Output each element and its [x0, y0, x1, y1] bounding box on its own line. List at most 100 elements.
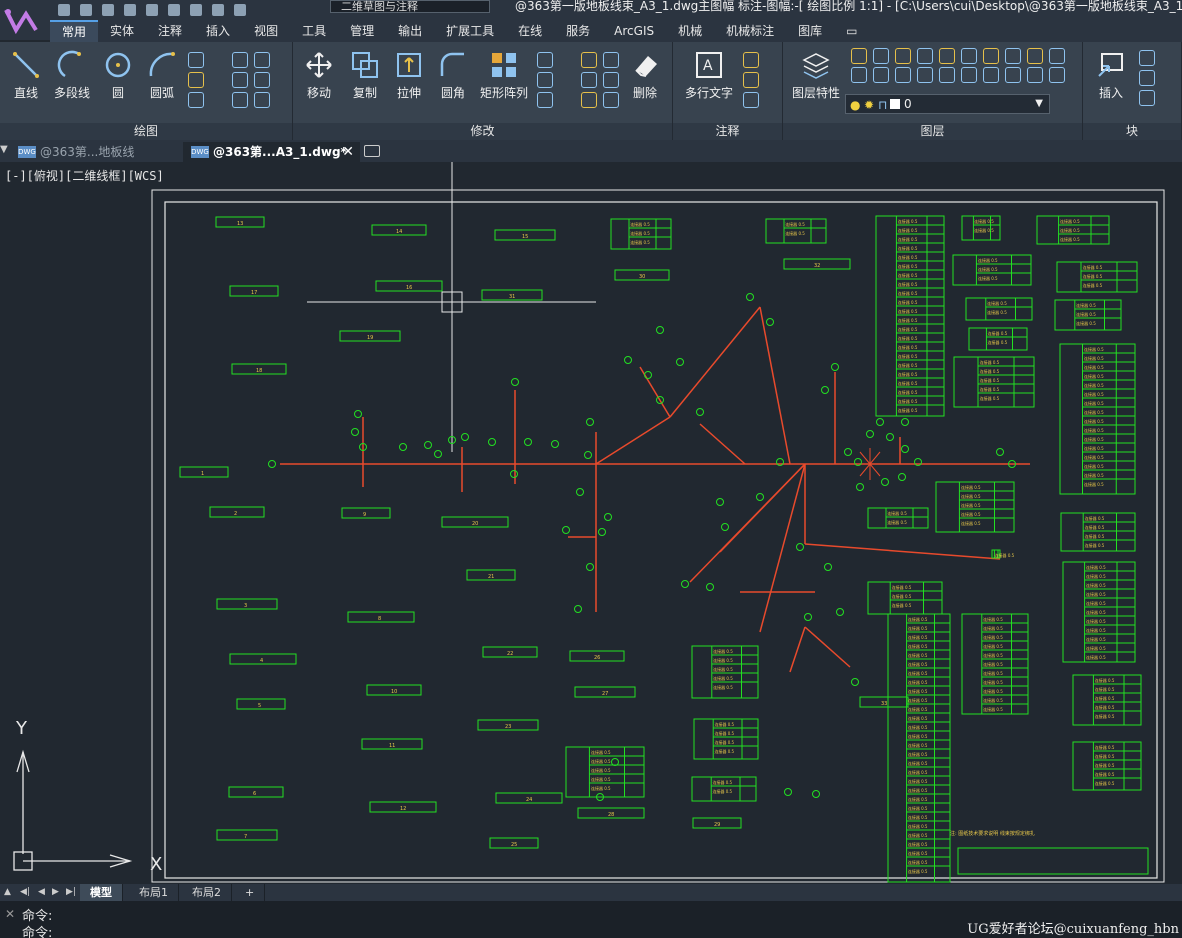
- plot-icon[interactable]: [146, 4, 158, 16]
- callout-circle[interactable]: [586, 418, 594, 426]
- ribbon-tab-8[interactable]: 扩展工具: [434, 20, 506, 42]
- callout-circle[interactable]: [574, 605, 582, 613]
- ribbon-tab-3[interactable]: 插入: [194, 20, 242, 42]
- viewport-controls[interactable]: [-][俯视][二维线框][WCS]: [5, 167, 164, 184]
- layer-merge-icon[interactable]: [873, 67, 889, 83]
- command-line[interactable]: ✕ 命令: 命令: UG爱好者论坛@cuixuanfeng_hbn: [0, 901, 1182, 938]
- dropdown-icon[interactable]: [210, 52, 226, 68]
- callout-circle[interactable]: [656, 326, 664, 334]
- callout-circle[interactable]: [524, 438, 532, 446]
- ribbon-tab-11[interactable]: ArcGIS: [602, 20, 666, 42]
- ribbon-tab-7[interactable]: 输出: [386, 20, 434, 42]
- new-drawing-tab-button[interactable]: [364, 145, 380, 157]
- break-icon[interactable]: [603, 52, 619, 68]
- callout-circle[interactable]: [824, 563, 832, 571]
- callout-circle[interactable]: [584, 451, 592, 459]
- mtext-tool-button[interactable]: A 多行文字: [681, 50, 737, 101]
- callout-circle[interactable]: [996, 448, 1004, 456]
- layer-match-icon[interactable]: [939, 48, 955, 64]
- ribbon-tab-0[interactable]: 常用: [50, 20, 99, 42]
- ribbon-tab-2[interactable]: 注释: [146, 20, 194, 42]
- add-layout-tab[interactable]: +: [235, 884, 266, 901]
- ribbon-tab-9[interactable]: 在线: [506, 20, 554, 42]
- dropdown-icon[interactable]: [765, 52, 781, 68]
- table-icon[interactable]: [743, 92, 759, 108]
- callout-circle[interactable]: [821, 386, 829, 394]
- donut-icon[interactable]: [232, 92, 248, 108]
- prev-first-icon[interactable]: ◀|: [20, 887, 30, 897]
- region-icon[interactable]: [254, 72, 270, 88]
- ribbon-tab-10[interactable]: 服务: [554, 20, 602, 42]
- join-icon[interactable]: [603, 72, 619, 88]
- layer-walk-icon[interactable]: [851, 67, 867, 83]
- layer-off-icon[interactable]: [851, 48, 867, 64]
- dropdown-icon[interactable]: [559, 92, 575, 108]
- callout-circle[interactable]: [746, 293, 754, 301]
- explode-icon[interactable]: [581, 92, 597, 108]
- callout-circle[interactable]: [901, 445, 909, 453]
- ribbon-tab-5[interactable]: 工具: [290, 20, 338, 42]
- dropdown-icon[interactable]: [559, 72, 575, 88]
- new-file-icon[interactable]: [58, 4, 70, 16]
- callout-circle[interactable]: [856, 483, 864, 491]
- layer-unisolate-icon[interactable]: [961, 48, 977, 64]
- command-prompt[interactable]: 命令:: [22, 922, 52, 938]
- revcloud-icon[interactable]: [232, 72, 248, 88]
- callout-circle[interactable]: [866, 430, 874, 438]
- callout-circle[interactable]: [399, 443, 407, 451]
- dropdown-icon[interactable]: [210, 92, 226, 108]
- dropdown-icon[interactable]: [765, 72, 781, 88]
- chamfer-icon[interactable]: [603, 92, 619, 108]
- save-as-icon[interactable]: [124, 4, 136, 16]
- line-tool-button[interactable]: 直线: [4, 50, 48, 101]
- layer-copy-icon[interactable]: [917, 67, 933, 83]
- callout-circle[interactable]: [836, 608, 844, 616]
- ribbon-tab-4[interactable]: 视图: [242, 20, 290, 42]
- rotate-icon[interactable]: [581, 72, 597, 88]
- callout-circle[interactable]: [424, 441, 432, 449]
- callout-circle[interactable]: [796, 543, 804, 551]
- callout-circle[interactable]: [586, 563, 594, 571]
- callout-circle[interactable]: [901, 418, 909, 426]
- callout-circle[interactable]: [844, 448, 852, 456]
- model-layout-tab[interactable]: 模型: [80, 884, 123, 901]
- ribbon-tab-6[interactable]: 管理: [338, 20, 386, 42]
- scale-icon[interactable]: [581, 52, 597, 68]
- mirror-icon[interactable]: [537, 72, 553, 88]
- layer-freeze-icon[interactable]: [895, 48, 911, 64]
- callout-circle[interactable]: [716, 498, 724, 506]
- tab-list-icon[interactable]: ▼: [0, 144, 8, 155]
- spline-icon[interactable]: [232, 52, 248, 68]
- current-layer-dropdown[interactable]: 0 ▼ ● ✹ ⊓: [845, 94, 1050, 114]
- layer-isolate-icon[interactable]: [873, 48, 889, 64]
- annotate-panel-title[interactable]: 注释: [673, 123, 782, 140]
- layer-delete-icon[interactable]: [895, 67, 911, 83]
- drawing-canvas[interactable]: 1 2 3 4 5 6 7 8 9 10 11 12 13 14 15 16 17 18 19 20 21 22 23 24 2…: [0, 162, 1182, 884]
- ribbon-tab-14[interactable]: 图库: [786, 20, 834, 42]
- callout-circle[interactable]: [434, 450, 442, 458]
- layer-lock-icon[interactable]: [917, 48, 933, 64]
- dropdown-icon[interactable]: [765, 92, 781, 108]
- layer-thaw-icon[interactable]: [983, 48, 999, 64]
- create-block-icon[interactable]: [1139, 50, 1155, 66]
- layer-eye-icon[interactable]: [1049, 67, 1065, 83]
- prev-layout-icon[interactable]: ◀: [38, 887, 45, 897]
- close-icon[interactable]: ✕: [342, 142, 354, 162]
- modify-panel-title[interactable]: 修改: [293, 123, 672, 140]
- arc-tool-button[interactable]: 圆弧: [140, 50, 184, 101]
- insert-block-button[interactable]: 插入: [1089, 50, 1133, 101]
- callout-circle[interactable]: [681, 580, 689, 588]
- dropdown-icon[interactable]: [210, 72, 226, 88]
- callout-circle[interactable]: [351, 428, 359, 436]
- callout-circle[interactable]: [510, 470, 518, 478]
- point-icon[interactable]: [188, 72, 204, 88]
- document-tab-2[interactable]: DWG @363第...A3_1.dwg* ✕: [183, 142, 360, 162]
- layer-change-icon[interactable]: [983, 67, 999, 83]
- first-layout-icon[interactable]: ▲: [4, 887, 11, 897]
- callout-circle[interactable]: [876, 418, 884, 426]
- callout-circle[interactable]: [611, 758, 619, 766]
- polyline-tool-button[interactable]: 多段线: [50, 50, 94, 101]
- layer-unlock-icon[interactable]: [1005, 48, 1021, 64]
- layer-properties-button[interactable]: 图层特性: [789, 50, 843, 101]
- layer-previous-icon[interactable]: [1049, 48, 1065, 64]
